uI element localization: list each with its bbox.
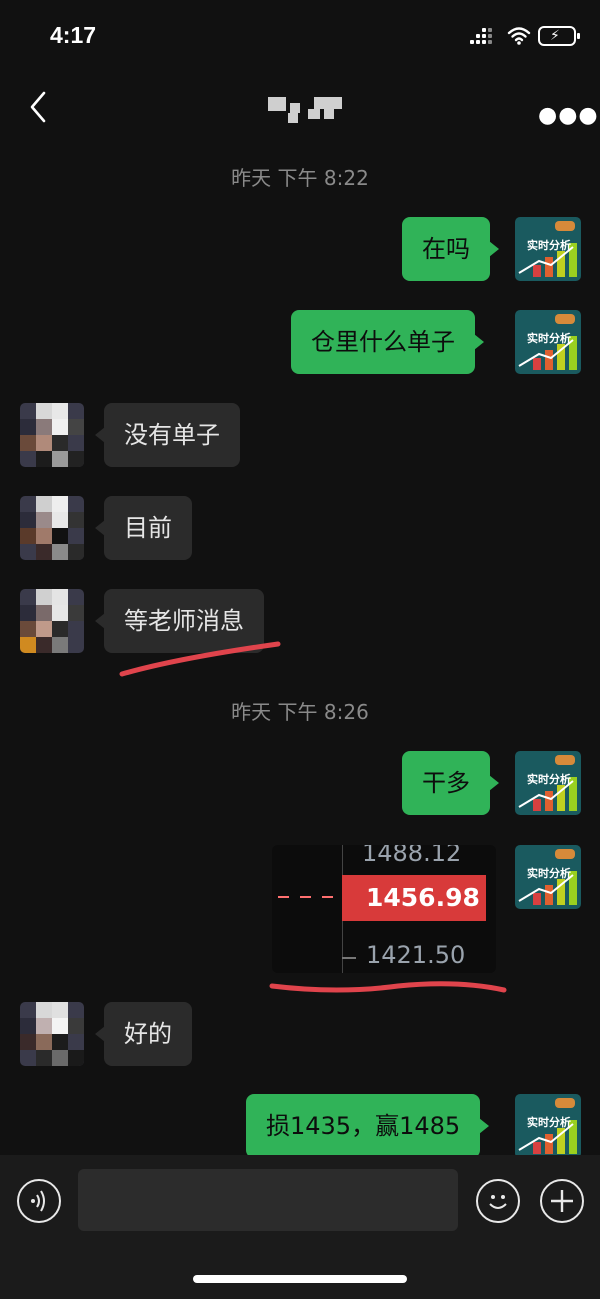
my-avatar[interactable]: 实时分析 — [515, 1094, 581, 1155]
contact-avatar[interactable] — [20, 589, 84, 653]
status-time: 4:17 — [50, 22, 97, 48]
message-bubble-received[interactable]: 没有单子 — [95, 403, 240, 467]
message-bubble-sent[interactable]: 干多 — [402, 751, 499, 815]
plus-icon — [551, 1190, 573, 1212]
message-bubble-received[interactable]: 好的 — [95, 1002, 192, 1066]
chat-title-pixelated — [268, 95, 344, 125]
price-label-top: 1488.12 — [362, 845, 462, 867]
price-line-dashed — [278, 896, 340, 898]
price-label-current: 1456.98 — [366, 883, 480, 912]
message-bubble-sent[interactable]: 仓里什么单子 — [291, 310, 484, 374]
message-bubble-received[interactable]: 等老师消息 — [95, 589, 264, 653]
my-avatar[interactable]: 实时分析 — [515, 845, 581, 909]
home-indicator — [193, 1275, 407, 1283]
message-bubble-received[interactable]: 目前 — [95, 496, 192, 560]
my-avatar[interactable]: 实时分析 — [515, 751, 581, 815]
highlight-underline — [269, 981, 507, 993]
more-options-button[interactable]: ●●● — [538, 103, 599, 128]
cellular-signal-icon — [470, 28, 496, 46]
contact-avatar[interactable] — [20, 1002, 84, 1066]
input-bar — [0, 1155, 600, 1299]
my-avatar[interactable]: 实时分析 — [515, 217, 581, 281]
image-message[interactable]: 1488.12 1456.98 1421.50 — [272, 845, 496, 973]
message-list[interactable]: 昨天 下午 8:22 在吗 实时分析 仓里什么单子 实时分析 没有单子 目前 等… — [0, 140, 600, 1155]
message-timestamp: 昨天 下午 8:26 — [231, 700, 369, 724]
voice-icon — [31, 1190, 45, 1212]
my-avatar[interactable]: 实时分析 — [515, 310, 581, 374]
contact-avatar[interactable] — [20, 403, 84, 467]
chat-header: ●●● — [0, 75, 600, 140]
price-label-bottom: 1421.50 — [366, 941, 466, 969]
contact-avatar[interactable] — [20, 496, 84, 560]
emoji-button[interactable] — [476, 1179, 520, 1223]
plus-button[interactable] — [540, 1179, 584, 1223]
status-bar: 4:17 ⚡ — [0, 0, 600, 75]
message-bubble-sent[interactable]: 在吗 — [402, 217, 499, 281]
voice-button[interactable] — [17, 1179, 61, 1223]
message-input[interactable] — [78, 1169, 458, 1231]
message-timestamp: 昨天 下午 8:22 — [231, 166, 369, 190]
emoji-icon — [489, 1195, 507, 1209]
back-button[interactable] — [24, 87, 54, 127]
message-bubble-sent[interactable]: 损1435，赢1485 — [246, 1094, 490, 1155]
battery-icon: ⚡ — [538, 26, 580, 46]
wifi-icon — [507, 27, 531, 45]
